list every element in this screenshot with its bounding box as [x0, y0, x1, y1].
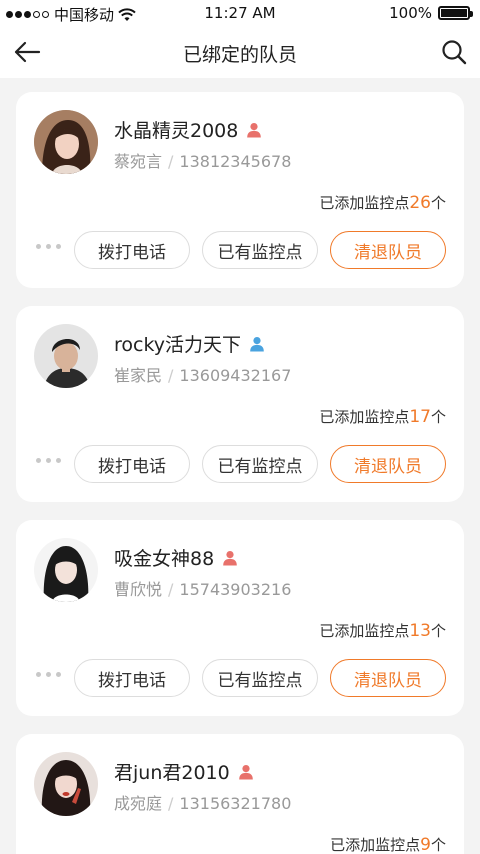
member-card: rocky活力天下 崔家民 / 13609432167 已添加监控点17个 拨打电话… [16, 306, 464, 502]
added-points-count: 26 [409, 193, 431, 213]
page-title: 已绑定的队员 [182, 44, 297, 66]
added-points-count: 13 [409, 621, 431, 641]
added-points-unit: 个 [430, 836, 446, 854]
added-points-text: 已添加监控点13个 [319, 620, 446, 641]
male-person-icon [249, 336, 265, 352]
added-points-label: 已添加监控点 [319, 408, 410, 426]
call-button[interactable]: 拨打电话 [74, 231, 190, 269]
remove-member-button[interactable]: 清退队员 [330, 231, 446, 269]
female-person-icon [246, 122, 262, 138]
member-avatar [34, 752, 98, 816]
member-nickname-row: 水晶精灵2008 [114, 116, 262, 143]
added-points-label: 已添加监控点 [319, 194, 410, 212]
member-nickname-row: 吸金女神88 [114, 544, 238, 571]
member-nickname: 水晶精灵2008 [114, 120, 239, 142]
view-points-button[interactable]: 已有监控点 [202, 231, 318, 269]
call-button[interactable]: 拨打电话 [74, 659, 190, 697]
remove-member-button[interactable]: 清退队员 [330, 659, 446, 697]
search-icon[interactable] [440, 38, 468, 66]
member-info: 崔家民 / 13609432167 [114, 362, 291, 386]
status-right: 100% [389, 4, 473, 22]
view-points-button[interactable]: 已有监控点 [202, 445, 318, 483]
member-info: 蔡宛言 / 13812345678 [114, 148, 291, 172]
member-nickname: 吸金女神88 [114, 548, 215, 570]
added-points-count: 9 [420, 835, 431, 854]
member-card: 水晶精灵2008 蔡宛言/13812345678 已添加监控点26个 拨打电话 … [16, 92, 464, 288]
more-options-icon[interactable] [36, 672, 61, 677]
status-bar: 中国移动 11:27 AM 100% [0, 0, 480, 26]
member-real-name: 成宛庭 [114, 794, 163, 813]
member-card: 吸金女神88 曹欣悦 / 15743903216 已添加监控点13个 拨打电话 已有… [16, 520, 464, 716]
separator: / [168, 580, 174, 599]
member-nickname: 君jun君2010 [114, 762, 230, 784]
member-nickname: rocky活力天下 [114, 334, 242, 356]
separator: / [168, 152, 174, 171]
separator: / [168, 366, 174, 385]
member-info: 曹欣悦 / 15743903216 [114, 576, 291, 600]
view-points-button[interactable]: 已有监控点 [202, 659, 318, 697]
navigation-bar: 已绑定的队员 [0, 26, 480, 78]
member-phone: 15743903216 [179, 580, 292, 599]
more-options-icon[interactable] [36, 458, 61, 463]
battery-percentage: 100% [389, 4, 432, 22]
member-info: 成宛庭 / 13156321780 [114, 790, 291, 814]
member-nickname-row: 君jun君2010 [114, 758, 254, 785]
remove-member-button[interactable]: 清退队员 [330, 445, 446, 483]
added-points-count: 17 [409, 407, 431, 427]
member-real-name: 崔家民 [114, 366, 163, 385]
member-card: 君jun君2010 成宛庭 / 13156321780 已添加监控点9个 [16, 734, 464, 854]
member-phone: 13812345678 [179, 152, 292, 171]
added-points-label: 已添加监控点 [319, 622, 410, 640]
added-points-unit: 个 [430, 408, 446, 426]
member-avatar [34, 324, 98, 388]
female-person-icon [238, 764, 254, 780]
member-avatar [34, 110, 98, 174]
member-avatar [34, 538, 98, 602]
member-real-name: 曹欣悦 [114, 580, 163, 599]
added-points-text: 已添加监控点26个 [319, 192, 446, 213]
separator: / [168, 794, 174, 813]
more-options-icon[interactable] [36, 244, 61, 249]
added-points-text: 已添加监控点9个 [330, 834, 446, 854]
battery-icon [438, 6, 473, 20]
female-person-icon [222, 550, 238, 566]
call-button[interactable]: 拨打电话 [74, 445, 190, 483]
member-phone: 13156321780 [179, 794, 292, 813]
added-points-unit: 个 [430, 194, 446, 212]
member-phone: 13609432167 [179, 366, 292, 385]
added-points-unit: 个 [430, 622, 446, 640]
added-points-text: 已添加监控点17个 [319, 406, 446, 427]
added-points-label: 已添加监控点 [330, 836, 421, 854]
member-nickname-row: rocky活力天下 [114, 330, 265, 357]
member-real-name: 蔡宛言 [114, 152, 163, 171]
